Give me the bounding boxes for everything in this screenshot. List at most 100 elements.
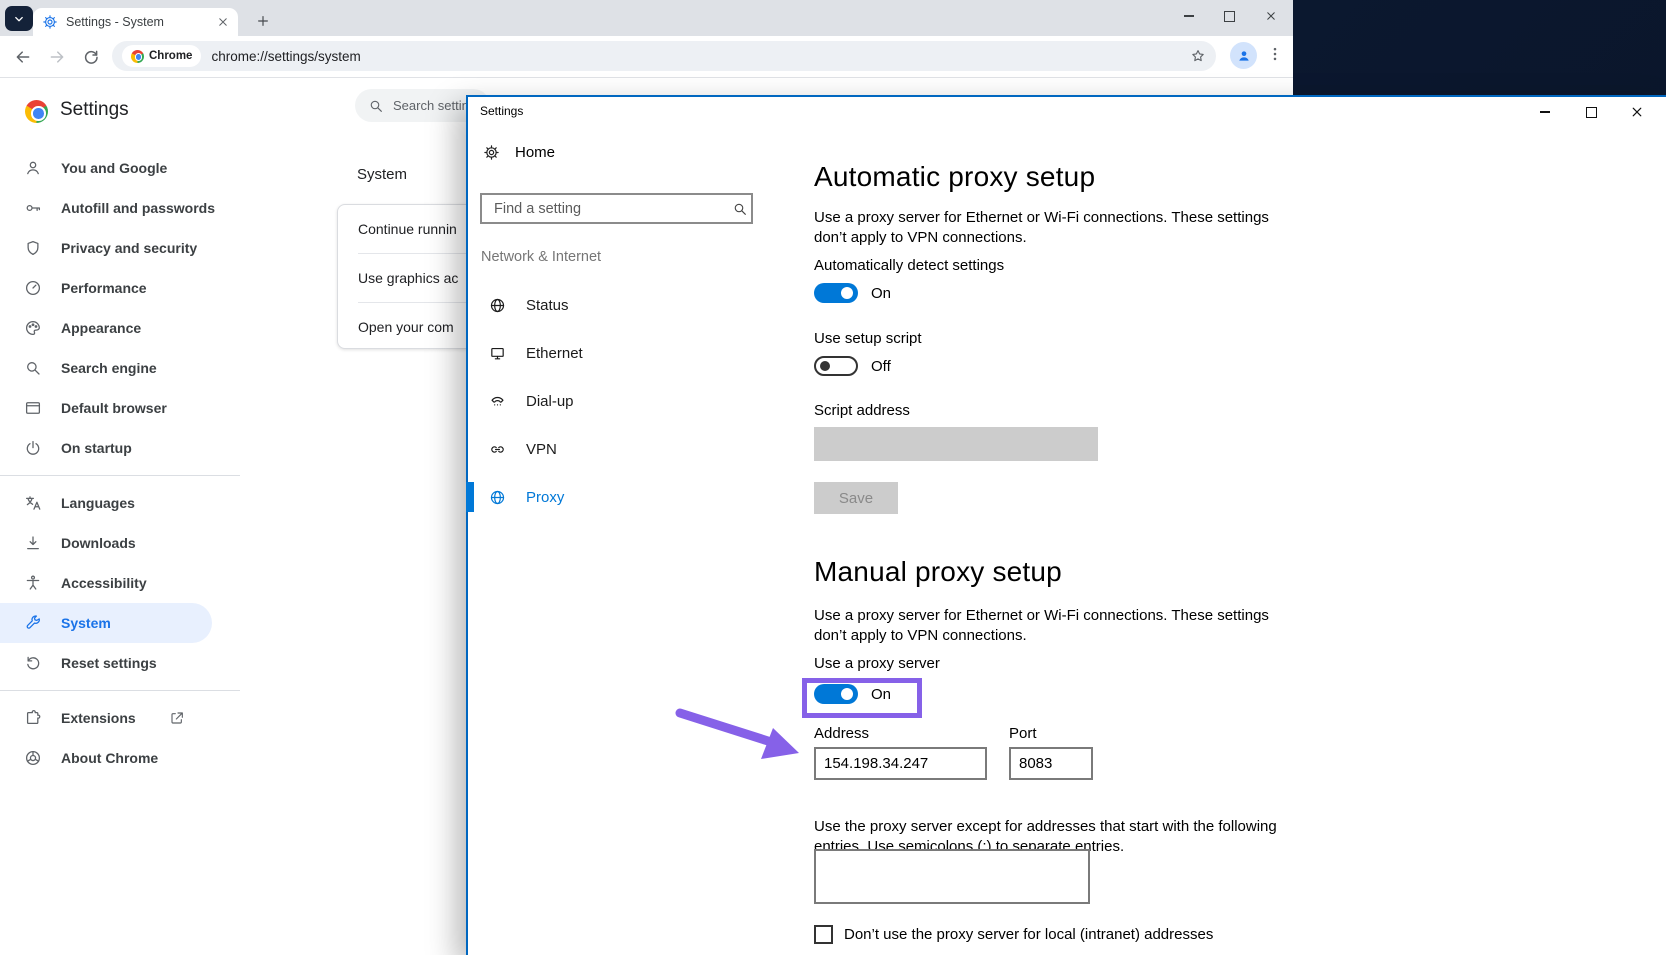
nav-item-label: Proxy	[526, 488, 565, 506]
puzzle-icon	[24, 709, 42, 727]
port-label: Port	[1009, 725, 1037, 742]
sidebar-item-label: Reset settings	[61, 655, 157, 671]
translate-icon	[24, 494, 42, 512]
sidebar-item-appearance[interactable]: Appearance	[0, 308, 212, 348]
sidebar-item-system[interactable]: System	[0, 603, 212, 643]
address-bar[interactable]: Chrome chrome://settings/system	[112, 41, 1216, 71]
browser-maximize-button[interactable]	[1209, 2, 1250, 30]
back-button[interactable]	[14, 48, 32, 66]
browser-icon	[24, 399, 42, 417]
nav-item-proxy[interactable]: Proxy	[466, 473, 760, 521]
section-label: System	[357, 166, 408, 183]
nav-item-home[interactable]: Home	[483, 144, 555, 161]
sidebar-item-about-chrome[interactable]: About Chrome	[0, 738, 212, 778]
dialog-maximize-button[interactable]	[1568, 97, 1614, 127]
palette-icon	[24, 319, 42, 337]
maximize-icon	[1585, 106, 1597, 118]
tab-close-icon[interactable]	[217, 16, 229, 28]
chrome-about-icon	[24, 749, 42, 767]
download-icon	[24, 534, 42, 552]
url-text: chrome://settings/system	[211, 48, 361, 64]
sidebar-item-label: Languages	[61, 495, 135, 511]
nav-item-dial-up[interactable]: Dial-up	[468, 377, 760, 425]
browser-menu-icon[interactable]	[1266, 45, 1284, 63]
toggle-state-label: On	[871, 284, 892, 302]
globe-icon	[489, 489, 506, 506]
sidebar-item-you-and-google[interactable]: You and Google	[0, 148, 212, 188]
dialog-window-controls	[1522, 97, 1660, 127]
sidebar-item-autofill-and-passwords[interactable]: Autofill and passwords	[0, 188, 216, 228]
home-label: Home	[515, 144, 556, 161]
sidebar-item-label: Autofill and passwords	[61, 200, 216, 216]
profile-avatar[interactable]	[1230, 42, 1257, 69]
dialog-close-button[interactable]	[1614, 97, 1660, 127]
setup-script-toggle[interactable]	[814, 356, 858, 376]
sidebar-item-privacy-and-security[interactable]: Privacy and security	[0, 228, 212, 268]
wrench-icon	[24, 614, 42, 632]
new-tab-button[interactable]	[252, 10, 274, 32]
chrome-settings-title: Settings	[60, 99, 129, 120]
proxy-address-input[interactable]	[814, 747, 987, 780]
sidebar-item-label: Accessibility	[61, 575, 147, 591]
desktop-background	[1293, 0, 1666, 95]
sidebar-item-extensions[interactable]: Extensions	[0, 698, 212, 738]
sidebar-item-label: Extensions	[61, 710, 136, 726]
local-addresses-label: Don’t use the proxy server for local (in…	[844, 926, 1214, 943]
tab-favicon-gear-icon	[42, 14, 58, 30]
tab-search-button[interactable]	[5, 6, 33, 31]
sidebar-item-performance[interactable]: Performance	[0, 268, 212, 308]
dialup-icon	[489, 393, 506, 410]
nav-item-label: Ethernet	[526, 344, 583, 362]
proxy-exceptions-input[interactable]	[814, 849, 1090, 904]
sidebar-item-accessibility[interactable]: Accessibility	[0, 563, 212, 603]
chrome-settings-sidebar: You and Google Autofill and passwords Priv…	[0, 148, 240, 778]
automatic-proxy-description: Use a proxy server for Ethernet or Wi-Fi…	[814, 209, 1269, 246]
chrome-logo-icon	[25, 100, 48, 123]
nav-item-label: Dial-up	[526, 392, 574, 410]
windows-settings-dialog: Settings Home Network & Internet Status E…	[466, 95, 1666, 955]
nav-item-ethernet[interactable]: Ethernet	[468, 329, 760, 377]
maximize-icon	[1224, 10, 1235, 22]
nav-item-vpn[interactable]: VPN	[468, 425, 760, 473]
sidebar-item-reset-settings[interactable]: Reset settings	[0, 643, 212, 683]
gear-icon	[483, 144, 500, 161]
reset-icon	[24, 654, 42, 672]
bookmark-star-icon[interactable]	[1190, 48, 1206, 64]
sidebar-item-downloads[interactable]: Downloads	[0, 523, 212, 563]
speedometer-icon	[24, 279, 42, 297]
save-button[interactable]: Save	[814, 482, 898, 514]
search-icon	[24, 359, 42, 377]
browser-minimize-button[interactable]	[1168, 2, 1209, 30]
sidebar-item-default-browser[interactable]: Default browser	[0, 388, 212, 428]
find-a-setting-box[interactable]	[480, 193, 753, 224]
detect-settings-toggle[interactable]	[814, 283, 858, 303]
forward-button[interactable]	[48, 48, 66, 66]
toggle-state-label: On	[871, 685, 892, 703]
browser-close-button[interactable]	[1250, 2, 1291, 30]
browser-tab[interactable]: Settings - System	[33, 8, 238, 36]
find-a-setting-input[interactable]	[492, 199, 732, 218]
nav-item-status[interactable]: Status	[468, 281, 760, 329]
detect-settings-toggle-row: On	[814, 283, 891, 303]
setup-script-label: Use setup script	[814, 330, 922, 347]
external-link-icon	[169, 710, 185, 726]
dialog-minimize-button[interactable]	[1522, 97, 1568, 127]
sidebar-item-languages[interactable]: Languages	[0, 483, 212, 523]
ethernet-icon	[489, 345, 506, 362]
person-icon	[24, 159, 42, 177]
sidebar-item-label: Appearance	[61, 320, 142, 336]
sidebar-item-on-startup[interactable]: On startup	[0, 428, 212, 468]
sidebar-item-search-engine[interactable]: Search engine	[0, 348, 212, 388]
nav-section-label: Network & Internet	[481, 249, 602, 265]
setup-script-toggle-row: Off	[814, 356, 891, 376]
manual-proxy-heading: Manual proxy setup	[814, 555, 1062, 587]
tab-title: Settings - System	[66, 15, 164, 29]
use-proxy-server-toggle[interactable]	[814, 684, 858, 704]
local-addresses-checkbox[interactable]	[814, 925, 833, 944]
script-address-input[interactable]	[814, 427, 1098, 461]
proxy-port-input[interactable]	[1009, 747, 1093, 780]
reload-button[interactable]	[82, 48, 100, 66]
sidebar-item-label: On startup	[61, 440, 132, 456]
detect-settings-label: Automatically detect settings	[814, 257, 1005, 274]
sidebar-item-label: Default browser	[61, 400, 167, 416]
